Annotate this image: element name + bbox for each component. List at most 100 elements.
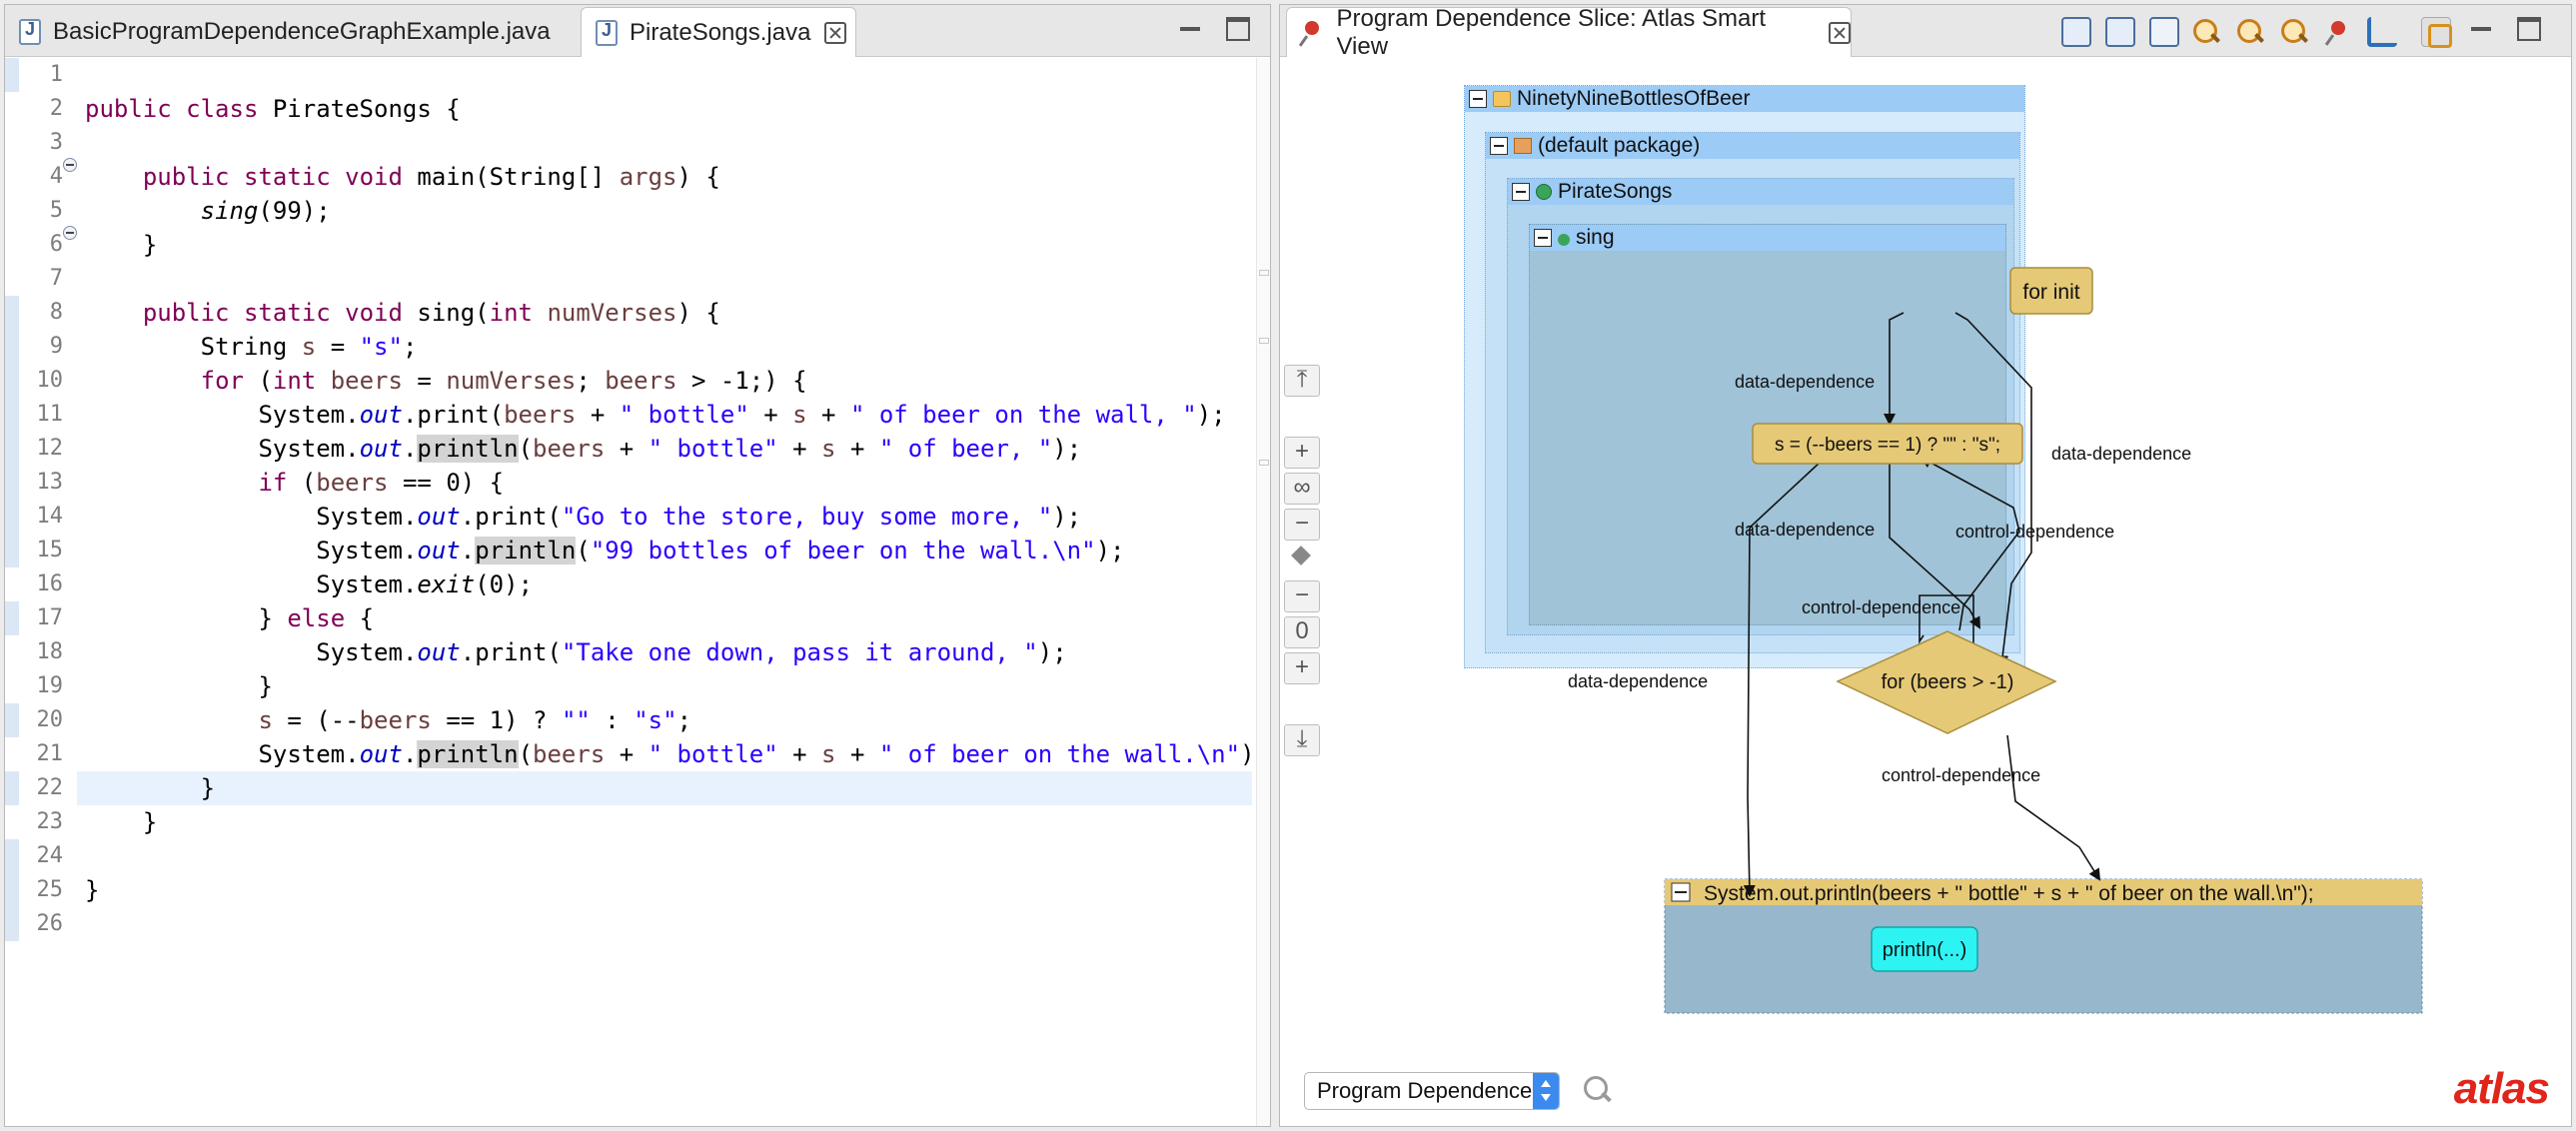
slice-type-select[interactable]: Program Dependence <box>1304 1072 1560 1110</box>
code-line[interactable]: System.out.println(beers + " bottle" + s… <box>85 432 1081 466</box>
code-line[interactable]: public class PirateSongs { <box>85 92 461 126</box>
code-line[interactable]: String s = "s"; <box>85 330 418 364</box>
node-label: for init <box>2022 281 2079 304</box>
line-number: 19 <box>36 673 64 698</box>
code-line[interactable]: s = (--beers == 1) ? "" : "s"; <box>85 703 691 737</box>
ruler-mark[interactable] <box>1259 460 1269 466</box>
line-number: 17 <box>36 605 64 630</box>
line-number-gutter: 1 2 3 4 5 6 7 8 9 10 11 12 13 14 15 16 17 18 19 20 21 22 23 24 2… <box>5 58 69 1126</box>
maximize-icon[interactable] <box>1226 17 1250 41</box>
layout-icon[interactable] <box>2105 17 2135 47</box>
graph-canvas[interactable]: NinetyNineBottlesOfBeer (default package… <box>1280 58 2571 1057</box>
node-for-condition[interactable]: for (beers > -1) <box>1836 630 2057 734</box>
node-label: println(...) <box>1883 939 1966 961</box>
workbench-root: BasicProgramDependenceGraphExample.java … <box>0 0 2576 1131</box>
line-number: 2 <box>49 96 63 121</box>
minimize-icon[interactable] <box>1178 17 1202 41</box>
code-line[interactable]: public static void sing(int numVerses) { <box>85 296 720 330</box>
line-number: 9 <box>49 334 63 359</box>
node-for-init[interactable]: for init <box>2009 267 2093 315</box>
current-line-highlight <box>77 771 1252 805</box>
tab-label: BasicProgramDependenceGraphExample.java <box>53 18 551 45</box>
line-number: 7 <box>49 266 63 291</box>
smart-view-pane: Program Dependence Slice: Atlas Smart Vi… <box>1279 4 2572 1127</box>
edge-label: control-dependence <box>1882 765 2040 785</box>
tab-pirate-songs[interactable]: PirateSongs.java <box>581 7 856 57</box>
export-icon[interactable] <box>2367 17 2397 47</box>
java-file-icon <box>596 19 618 46</box>
fold-toggle[interactable] <box>63 158 77 172</box>
change-marker <box>5 703 19 737</box>
line-number: 20 <box>36 707 64 732</box>
code-line[interactable]: for (int beers = numVerses; beers > -1;)… <box>85 364 807 398</box>
tab-label: PirateSongs.java <box>630 18 811 46</box>
change-marker <box>5 839 19 941</box>
code-editor[interactable]: 1 2 3 4 5 6 7 8 9 10 11 12 13 14 15 16 17 18 19 20 21 22 23 24 2… <box>5 58 1270 1126</box>
code-line[interactable]: System.out.print("Take one down, pass it… <box>85 635 1066 669</box>
search-icon[interactable] <box>1582 1074 1614 1106</box>
code-line[interactable]: System.out.print("Go to the store, buy s… <box>85 500 1081 534</box>
hierarchy-icon[interactable] <box>2061 17 2091 47</box>
line-number: 10 <box>36 368 64 393</box>
line-number: 5 <box>49 198 63 223</box>
code-line[interactable]: System.out.println("99 bottles of beer o… <box>85 534 1124 567</box>
line-number: 12 <box>36 436 64 461</box>
println-statement-label: System.out.println(beers + " bottle" + s… <box>1704 882 2314 905</box>
println-statement-container[interactable]: System.out.println(beers + " bottle" + s… <box>1664 878 2423 1014</box>
code-line[interactable]: } else { <box>85 601 374 635</box>
line-number: 11 <box>36 402 64 427</box>
code-line[interactable]: System.exit(0); <box>85 567 533 601</box>
minimize-icon[interactable] <box>2469 17 2493 41</box>
node-label: s = (--beers == 1) ? "" : "s"; <box>1775 435 2000 456</box>
zoom-reset-icon[interactable] <box>2279 17 2309 47</box>
line-number: 23 <box>36 809 64 834</box>
code-line[interactable]: public static void main(String[] args) { <box>85 160 720 194</box>
fit-icon[interactable] <box>2149 17 2179 47</box>
code-line[interactable]: System.out.print(beers + " bottle" + s +… <box>85 398 1225 432</box>
fold-toggle[interactable] <box>63 226 77 240</box>
line-number: 6 <box>49 232 63 257</box>
line-number: 1 <box>49 62 63 87</box>
line-number: 24 <box>36 843 64 868</box>
dependence-graph: System.out.println(beers + " bottle" + s… <box>1568 267 2423 1014</box>
edge-label: control-dependence <box>1802 597 1960 617</box>
code-line[interactable]: } <box>85 669 272 703</box>
view-title: Program Dependence Slice: Atlas Smart Vi… <box>1336 4 1767 60</box>
change-marker <box>5 58 19 92</box>
code-line[interactable]: System.out.println(beers + " bottle" + s… <box>85 737 1269 771</box>
ruler-mark[interactable] <box>1259 270 1269 276</box>
edge-label: data-dependence <box>1568 671 1708 691</box>
code-line[interactable]: sing(99); <box>85 194 331 228</box>
link-editor-icon[interactable] <box>2421 17 2452 48</box>
ruler-mark[interactable] <box>1259 338 1269 344</box>
tab-program-dependence-slice[interactable]: Program Dependence Slice: Atlas Smart Vi… <box>1286 5 1852 60</box>
node-println-call[interactable]: println(...) <box>1871 926 1978 972</box>
pin-icon <box>1297 19 1324 47</box>
line-number: 22 <box>36 775 64 800</box>
tab-basic-program-dependence[interactable]: BasicProgramDependenceGraphExample.java <box>5 7 575 57</box>
node-s-assignment[interactable]: s = (--beers == 1) ? "" : "s"; <box>1752 423 2023 465</box>
line-number: 4 <box>49 164 63 189</box>
code-line[interactable]: } <box>85 873 99 907</box>
zoom-in-icon[interactable] <box>2235 17 2265 47</box>
line-number: 18 <box>36 639 64 664</box>
pin-icon[interactable] <box>2321 17 2351 47</box>
change-marker <box>5 771 19 805</box>
close-icon[interactable] <box>824 21 847 44</box>
edge-label: control-dependence <box>1955 522 2114 542</box>
edge-label: data-dependence <box>1735 372 1875 392</box>
code-line[interactable]: if (beers == 0) { <box>85 466 504 500</box>
overview-ruler[interactable] <box>1256 58 1270 1126</box>
code-line[interactable]: } <box>85 228 157 262</box>
code-line[interactable]: } <box>85 805 157 839</box>
change-marker <box>5 296 19 567</box>
maximize-icon[interactable] <box>2517 17 2541 41</box>
zoom-out-icon[interactable] <box>2191 17 2221 47</box>
edge-label: data-dependence <box>2051 444 2191 464</box>
line-number: 15 <box>36 538 64 563</box>
line-number: 8 <box>49 300 63 325</box>
code-line[interactable]: } <box>85 771 215 805</box>
close-icon[interactable] <box>1829 21 1851 44</box>
slice-type-value: Program Dependence <box>1317 1078 1533 1103</box>
chevron-up-down-icon[interactable] <box>1533 1073 1559 1109</box>
